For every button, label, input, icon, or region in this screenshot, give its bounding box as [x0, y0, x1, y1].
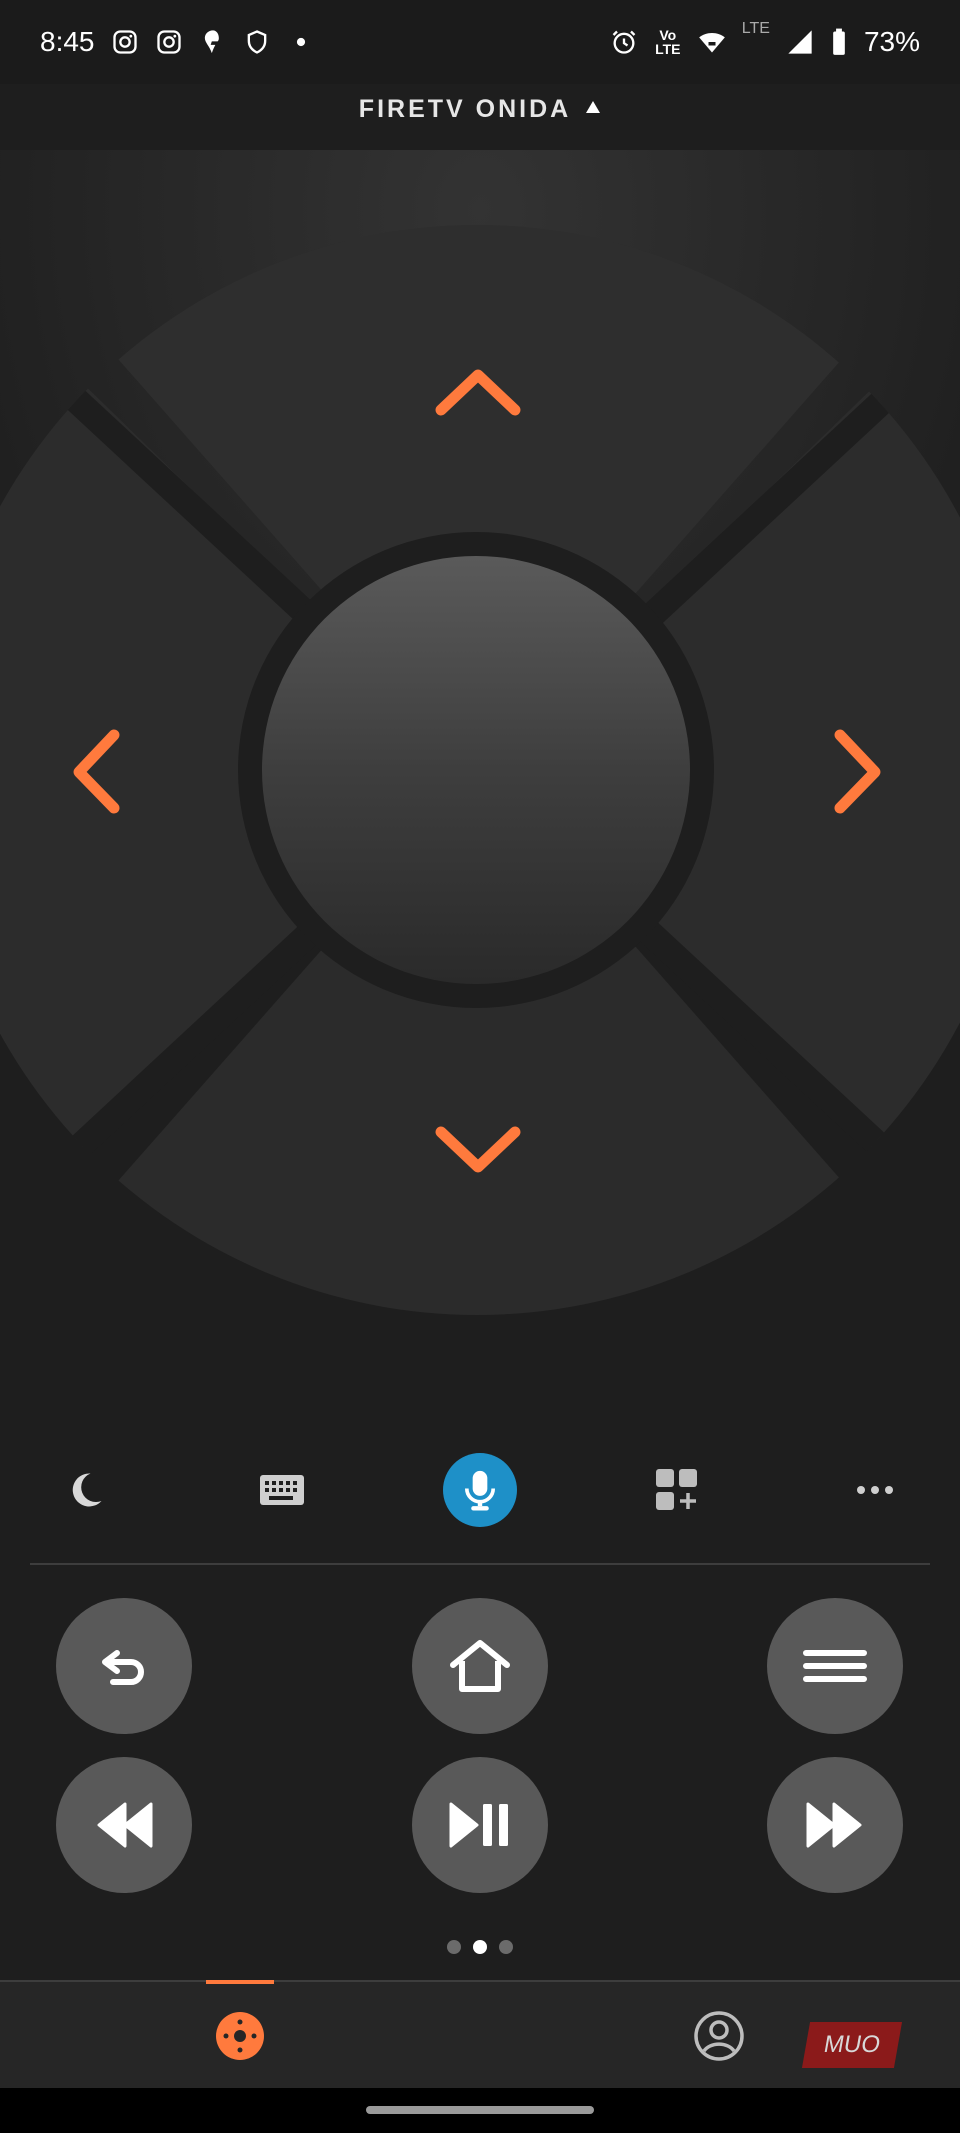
menu-button[interactable]	[767, 1598, 903, 1734]
microphone-icon	[464, 1470, 496, 1511]
tab-profile[interactable]	[659, 1982, 779, 2090]
volte-bottom-label: LTE	[655, 41, 681, 57]
volte-icon: Vo LTE	[654, 28, 682, 56]
page-dot[interactable]	[447, 1940, 461, 1954]
home-gesture-handle[interactable]	[366, 2106, 594, 2114]
lte-signal-icon	[786, 28, 814, 56]
fast-forward-button[interactable]	[767, 1757, 903, 1893]
home-icon	[450, 1640, 510, 1692]
play-pause-icon	[449, 1802, 508, 1848]
profile-icon	[694, 2011, 744, 2061]
shield-icon	[243, 28, 271, 56]
mic-circle	[443, 1453, 517, 1527]
home-button[interactable]	[412, 1598, 548, 1734]
swiggy-icon	[199, 28, 227, 56]
page-indicator	[0, 1940, 960, 1954]
voice-search-button[interactable]	[430, 1440, 530, 1540]
instagram-icon	[155, 28, 183, 56]
dot-icon	[287, 28, 315, 56]
tab-remote[interactable]	[180, 1982, 300, 2090]
toolbar	[0, 1440, 960, 1540]
status-left: 8:45	[40, 26, 315, 58]
watermark-logo: MUO	[801, 2022, 903, 2068]
divider	[30, 1563, 930, 1565]
gesture-bar	[0, 2088, 960, 2133]
more-button[interactable]	[825, 1440, 925, 1540]
watermark-text: MUO	[821, 2031, 883, 2058]
page-dot[interactable]	[499, 1940, 513, 1954]
caret-up-icon	[585, 100, 601, 119]
lte-label: LTE	[741, 20, 770, 37]
battery-percentage: 73%	[863, 26, 920, 57]
keyboard-button[interactable]	[232, 1440, 332, 1540]
alarm-icon	[610, 28, 638, 56]
device-selector[interactable]: FIRETV ONIDA	[0, 84, 960, 134]
fast-forward-icon	[806, 1802, 862, 1848]
clock: 8:45	[40, 26, 95, 57]
apps-button[interactable]	[627, 1440, 727, 1540]
remote-icon	[216, 2012, 264, 2060]
device-name: FIRETV ONIDA	[358, 94, 572, 123]
battery-icon	[830, 28, 848, 56]
more-icon	[857, 1486, 893, 1494]
page-dot-active[interactable]	[473, 1940, 487, 1954]
status-bar: 8:45 Vo LTE LTE 73%	[0, 0, 960, 84]
sleep-icon	[72, 1473, 102, 1507]
sleep-button[interactable]	[35, 1440, 135, 1540]
rewind-button[interactable]	[56, 1757, 192, 1893]
keyboard-icon	[260, 1475, 304, 1505]
select-button[interactable]	[262, 556, 690, 984]
dpad	[0, 150, 960, 1350]
back-button[interactable]	[56, 1598, 192, 1734]
instagram-icon	[111, 28, 139, 56]
status-right: Vo LTE LTE 73%	[610, 20, 920, 58]
wifi-icon	[698, 28, 726, 56]
play-pause-button[interactable]	[412, 1757, 548, 1893]
volte-top-label: Vo	[659, 27, 677, 43]
menu-icon	[803, 1650, 867, 1682]
back-icon	[102, 1650, 144, 1685]
rewind-icon	[97, 1802, 153, 1848]
apps-icon	[656, 1469, 697, 1510]
